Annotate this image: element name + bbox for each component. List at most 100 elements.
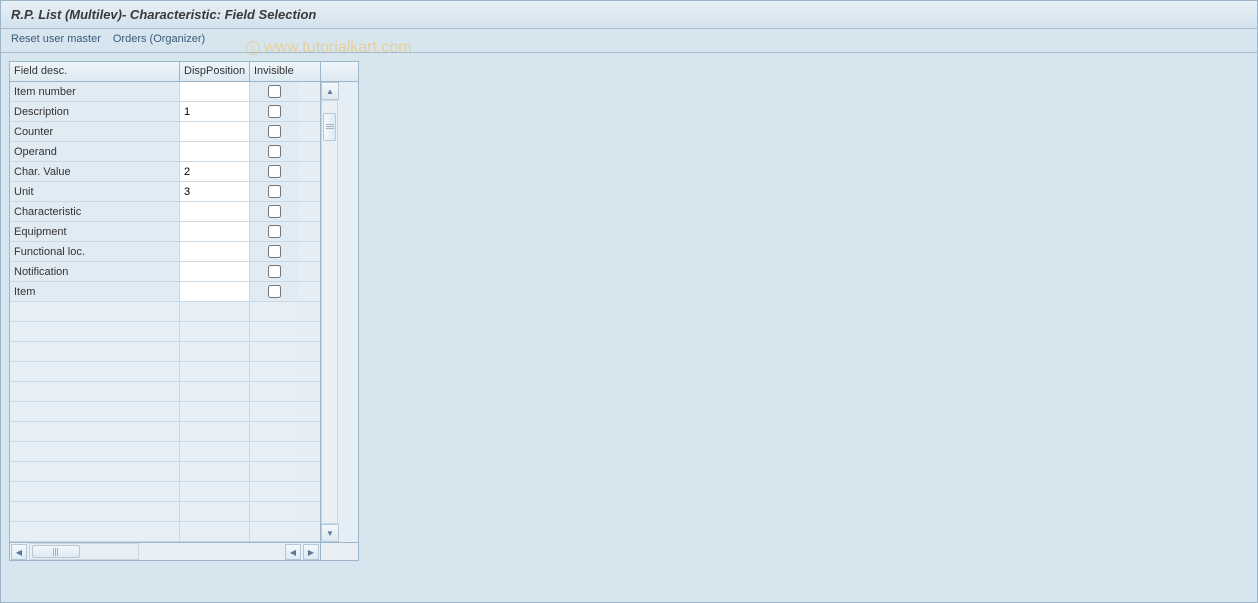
invisible-checkbox[interactable]: [268, 225, 281, 238]
col-header-field-desc[interactable]: Field desc.: [10, 62, 180, 81]
invisible-checkbox[interactable]: [268, 205, 281, 218]
disp-position-input[interactable]: [180, 102, 249, 121]
field-desc-cell: Notification: [10, 262, 180, 281]
invisible-cell: [250, 322, 298, 341]
table-row-empty: [10, 302, 320, 322]
disp-position-cell: [180, 342, 250, 361]
field-desc-cell: Char. Value: [10, 162, 180, 181]
disp-position-input[interactable]: [180, 402, 249, 421]
disp-position-cell: [180, 382, 250, 401]
disp-position-input[interactable]: [180, 222, 249, 241]
table-row: Operand: [10, 142, 320, 162]
disp-position-cell: [180, 322, 250, 341]
invisible-cell: [250, 462, 298, 481]
invisible-checkbox[interactable]: [268, 285, 281, 298]
invisible-cell: [250, 182, 298, 201]
field-desc-cell: Operand: [10, 142, 180, 161]
field-desc-cell: Item: [10, 282, 180, 301]
disp-position-input[interactable]: [180, 282, 249, 301]
scroll-down-button[interactable]: ▼: [321, 524, 339, 542]
disp-position-cell: [180, 402, 250, 421]
disp-position-input[interactable]: [180, 202, 249, 221]
col-header-invisible[interactable]: Invisible: [250, 62, 298, 81]
invisible-checkbox[interactable]: [268, 85, 281, 98]
disp-position-input[interactable]: [180, 382, 249, 401]
disp-position-cell: [180, 502, 250, 521]
field-desc-cell: [10, 402, 180, 421]
field-desc-cell: [10, 382, 180, 401]
table-row: Unit: [10, 182, 320, 202]
table-row: Item: [10, 282, 320, 302]
invisible-checkbox[interactable]: [268, 185, 281, 198]
orders-organizer-button[interactable]: Orders (Organizer): [113, 33, 205, 48]
field-desc-cell: Description: [10, 102, 180, 121]
table-row-empty: [10, 382, 320, 402]
table-row-empty: [10, 402, 320, 422]
disp-position-input[interactable]: [180, 182, 249, 201]
invisible-cell: [250, 442, 298, 461]
invisible-checkbox[interactable]: [268, 105, 281, 118]
disp-position-input[interactable]: [180, 262, 249, 281]
field-desc-cell: [10, 342, 180, 361]
disp-position-input[interactable]: [180, 122, 249, 141]
disp-position-input[interactable]: [180, 522, 249, 541]
field-desc-cell: Characteristic: [10, 202, 180, 221]
scroll-corner: [320, 542, 358, 560]
field-selection-table: Field desc. DispPosition Invisible Item …: [9, 61, 359, 561]
vscroll-track[interactable]: [321, 100, 338, 524]
scroll-left-end-button[interactable]: ◀: [285, 544, 301, 560]
invisible-checkbox[interactable]: [268, 125, 281, 138]
disp-position-input[interactable]: [180, 82, 249, 101]
invisible-checkbox[interactable]: [268, 145, 281, 158]
table-row-empty: [10, 422, 320, 442]
col-header-disp-position[interactable]: DispPosition: [180, 62, 250, 81]
invisible-cell: [250, 202, 298, 221]
table-row: Counter: [10, 122, 320, 142]
hscroll-thumb[interactable]: [32, 545, 80, 558]
disp-position-input[interactable]: [180, 342, 249, 361]
invisible-checkbox[interactable]: [268, 245, 281, 258]
disp-position-input[interactable]: [180, 322, 249, 341]
scroll-left-button[interactable]: ◀: [11, 544, 27, 560]
content-area: Field desc. DispPosition Invisible Item …: [1, 53, 1257, 569]
disp-position-input[interactable]: [180, 362, 249, 381]
invisible-checkbox[interactable]: [268, 165, 281, 178]
table-row-empty: [10, 522, 320, 542]
disp-position-input[interactable]: [180, 462, 249, 481]
field-desc-cell: [10, 522, 180, 541]
table-row: Functional loc.: [10, 242, 320, 262]
disp-position-input[interactable]: [180, 442, 249, 461]
disp-position-cell: [180, 422, 250, 441]
window-title: R.P. List (Multilev)- Characteristic: Fi…: [11, 7, 316, 22]
disp-position-cell: [180, 142, 250, 161]
table-row: Notification: [10, 262, 320, 282]
table-row-empty: [10, 322, 320, 342]
field-desc-cell: [10, 422, 180, 441]
disp-position-input[interactable]: [180, 422, 249, 441]
disp-position-input[interactable]: [180, 502, 249, 521]
field-desc-cell: Unit: [10, 182, 180, 201]
disp-position-cell: [180, 482, 250, 501]
disp-position-input[interactable]: [180, 482, 249, 501]
disp-position-input[interactable]: [180, 302, 249, 321]
invisible-cell: [250, 282, 298, 301]
disp-position-cell: [180, 522, 250, 541]
invisible-cell: [250, 122, 298, 141]
table-row: Equipment: [10, 222, 320, 242]
invisible-checkbox[interactable]: [268, 265, 281, 278]
reset-user-master-button[interactable]: Reset user master: [11, 33, 101, 48]
invisible-cell: [250, 382, 298, 401]
vscroll-thumb[interactable]: [323, 113, 336, 141]
triangle-down-icon: ▼: [326, 529, 334, 538]
scroll-right-button[interactable]: ▶: [303, 544, 319, 560]
disp-position-cell: [180, 102, 250, 121]
scroll-up-button[interactable]: ▲: [321, 82, 339, 100]
field-desc-cell: Equipment: [10, 222, 180, 241]
disp-position-input[interactable]: [180, 142, 249, 161]
table-row: Description: [10, 102, 320, 122]
table-settings-button[interactable]: [320, 62, 358, 82]
triangle-up-icon: ▲: [326, 87, 334, 96]
disp-position-input[interactable]: [180, 242, 249, 261]
hscroll-track[interactable]: [29, 543, 139, 560]
disp-position-input[interactable]: [180, 162, 249, 181]
